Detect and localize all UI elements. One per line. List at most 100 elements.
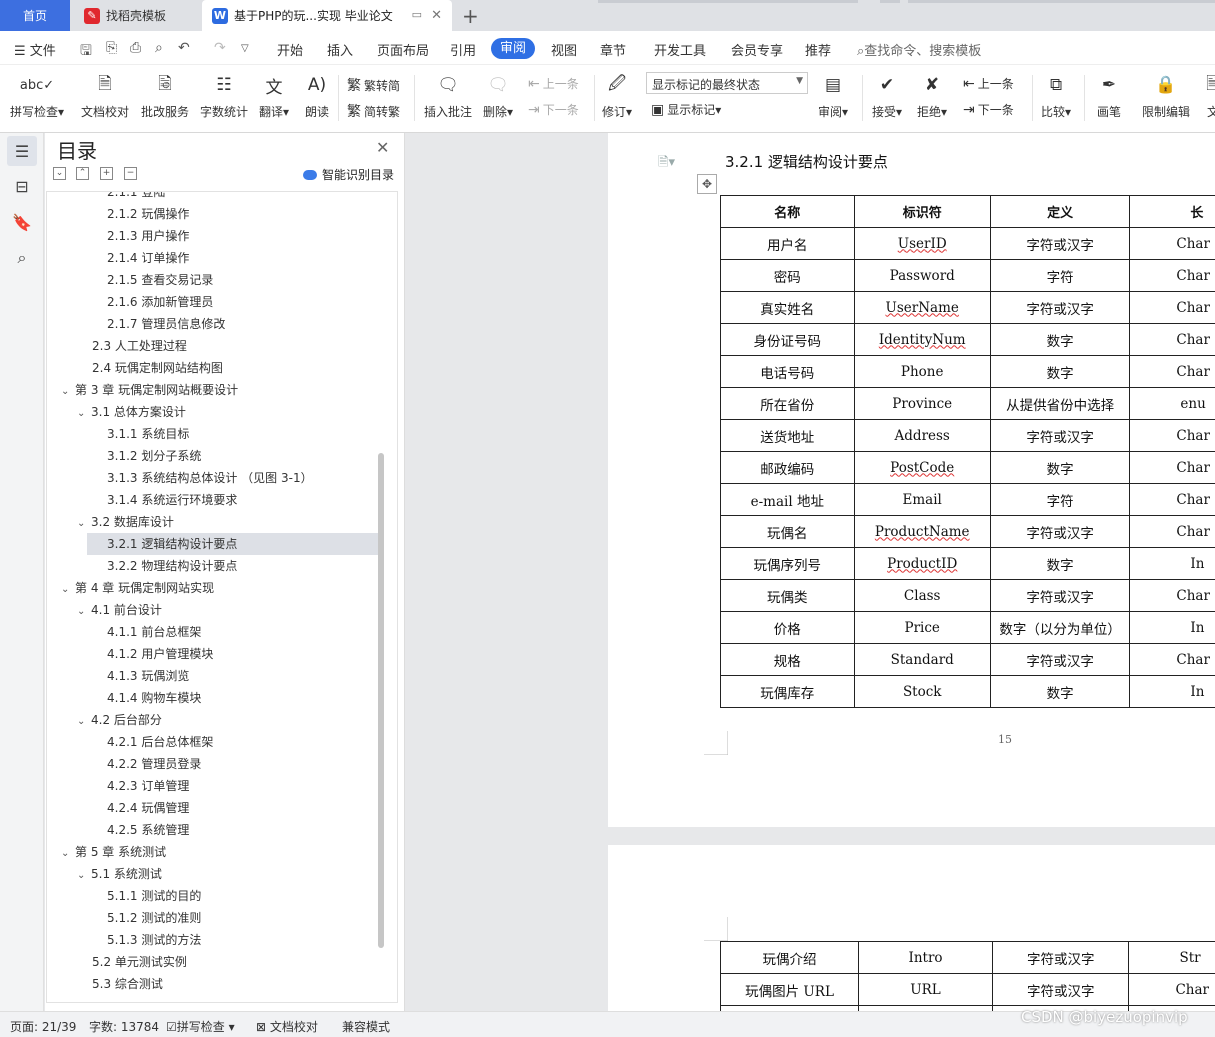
table-cell[interactable]: Char: [1129, 227, 1215, 260]
toc-item[interactable]: ⌄ 第 3 章 玩偶定制网站概要设计: [61, 379, 238, 401]
table-cell[interactable]: 用户名: [720, 227, 855, 260]
spellcheck-button[interactable]: abc✓ 拼写检查▾: [10, 71, 64, 120]
toc-item[interactable]: 4.2.3 订单管理: [107, 775, 189, 797]
table-cell[interactable]: Price: [853, 611, 991, 644]
table-cell[interactable]: Str: [1128, 941, 1215, 974]
toc-item[interactable]: 3.2.1 逻辑结构设计要点: [107, 533, 237, 555]
chevron-down-icon[interactable]: ⌄: [77, 865, 91, 887]
show-markup-button[interactable]: ▣ 显示标记 ▾: [651, 101, 721, 118]
table-cell[interactable]: Char: [1129, 291, 1215, 324]
menu-file[interactable]: ☰ 文件: [14, 40, 56, 59]
table-cell[interactable]: 电话号码: [720, 355, 855, 388]
table-cell[interactable]: 字符: [989, 259, 1131, 292]
table-cell[interactable]: Char: [1129, 515, 1215, 548]
correction-button[interactable]: 🗟 批改服务: [141, 71, 189, 120]
markup-state-select[interactable]: 显示标记的最终状态 ▼: [646, 72, 808, 94]
to-simplified-button[interactable]: 繁繁转简: [347, 75, 400, 95]
chevron-down-icon[interactable]: ⌄: [61, 843, 75, 865]
table-cell[interactable]: 字符: [989, 483, 1131, 516]
table-cell[interactable]: Province: [853, 387, 991, 420]
smart-toc-button[interactable]: 智能识别目录: [303, 166, 394, 183]
insert-comment-button[interactable]: 🗨 插入批注: [424, 71, 472, 120]
table-cell[interactable]: In: [1129, 547, 1215, 580]
chevron-down-icon[interactable]: ⌄: [77, 601, 91, 623]
table-cell[interactable]: 玩偶图片 URL: [719, 973, 860, 1006]
bookmark-icon[interactable]: 🔖: [7, 207, 37, 237]
collapse-up-icon[interactable]: ⌃: [76, 167, 89, 180]
pen-button[interactable]: ✒ 画笔: [1096, 71, 1122, 120]
table-move-handle-icon[interactable]: ✥: [697, 174, 717, 194]
toc-item[interactable]: 2.3 人工处理过程: [92, 335, 187, 357]
revise-button[interactable]: 🖉 修订▾: [602, 71, 632, 120]
table-cell[interactable]: 数字: [989, 451, 1131, 484]
toc-item[interactable]: ⌄ 5.1 系统测试: [77, 863, 162, 885]
table-cell[interactable]: In: [1129, 611, 1215, 644]
table-cell[interactable]: Char: [1129, 259, 1215, 292]
preview-icon[interactable]: ⌕: [155, 40, 163, 56]
document-page[interactable]: 玩偶介绍 Intro 字符或汉字 Str 玩偶图片 URL URL 字符或汉字 Char: [608, 845, 1215, 1011]
collapse-all-icon[interactable]: −: [124, 167, 137, 180]
table-cell[interactable]: 字符或汉字: [989, 291, 1131, 324]
table-cell[interactable]: 字符或汉字: [989, 643, 1131, 676]
table-cell[interactable]: In: [1129, 675, 1215, 708]
new-tab-button[interactable]: +: [462, 4, 479, 28]
table-cell[interactable]: IdentityNum: [853, 323, 991, 356]
expand-all-icon[interactable]: +: [100, 167, 113, 180]
chapter-nav-icon[interactable]: ⊟: [7, 171, 37, 201]
toc-item[interactable]: 4.1.3 玩偶浏览: [107, 665, 189, 687]
toc-item[interactable]: 4.2.2 管理员登录: [107, 753, 201, 775]
paragraph-marker-icon[interactable]: 🗎▾: [658, 153, 675, 175]
toc-item[interactable]: 4.1.2 用户管理模块: [107, 643, 213, 665]
restrict-edit-button[interactable]: 🔒 限制编辑: [1142, 71, 1190, 120]
table-cell[interactable]: Char: [1129, 355, 1215, 388]
table-cell[interactable]: 数字: [989, 675, 1131, 708]
prev-change-button[interactable]: ⇤ 上一条: [963, 75, 1014, 92]
toc-item[interactable]: 4.1.1 前台总框架: [107, 621, 201, 643]
export-icon[interactable]: ⎘: [106, 40, 117, 56]
undo-icon[interactable]: ↶: [178, 40, 190, 56]
prev-comment-button[interactable]: ⇤ 上一条: [528, 75, 579, 92]
table-cell[interactable]: Char: [1129, 579, 1215, 612]
toc-item[interactable]: 2.1.3 用户操作: [107, 225, 189, 247]
toc-item[interactable]: 2.1.1 登陆: [107, 192, 165, 203]
table-cell[interactable]: 数字: [989, 323, 1131, 356]
toc-item[interactable]: 2.1.6 添加新管理员: [107, 291, 213, 313]
redo-icon[interactable]: ↷: [214, 40, 226, 56]
toc-item[interactable]: 3.1.4 系统运行环境要求: [107, 489, 237, 511]
table-cell[interactable]: UserID: [853, 227, 991, 260]
table-cell[interactable]: Char: [1129, 451, 1215, 484]
translate-button[interactable]: 文翻译▾: [259, 71, 289, 120]
toc-item[interactable]: 3.1.3 系统结构总体设计 （见图 3-1）: [107, 467, 313, 489]
toc-item[interactable]: 2.1.7 管理员信息修改: [107, 313, 225, 335]
tab-home[interactable]: 首页: [0, 0, 70, 31]
menu-start[interactable]: 开始: [277, 40, 303, 59]
chevron-down-icon[interactable]: ⌄: [77, 403, 91, 425]
table-cell[interactable]: 所在省份: [720, 387, 855, 420]
menu-member[interactable]: 会员专享: [731, 40, 783, 59]
doc-more-button[interactable]: 🗎 文: [1200, 71, 1215, 120]
menu-chapter[interactable]: 章节: [600, 40, 626, 59]
delete-comment-button[interactable]: 🗨 删除▾: [483, 71, 513, 120]
table-cell[interactable]: Stock: [853, 675, 991, 708]
table-cell[interactable]: 身份证号码: [720, 323, 855, 356]
table-cell[interactable]: 玩偶库存: [720, 675, 855, 708]
more-quick-icon[interactable]: ▽: [241, 43, 249, 54]
toc-item[interactable]: 5.2 单元测试实例: [92, 951, 187, 973]
review-pane-button[interactable]: ▤ 审阅▾: [818, 71, 848, 120]
toc-item[interactable]: 5.1.1 测试的目的: [107, 885, 201, 907]
table-cell[interactable]: PostCode: [853, 451, 991, 484]
toc-item[interactable]: 4.2.1 后台总体框架: [107, 731, 213, 753]
table-cell[interactable]: 从提供省份中选择: [989, 387, 1131, 420]
table-cell[interactable]: 玩偶介绍: [719, 941, 860, 974]
toc-icon[interactable]: ☰: [7, 136, 37, 166]
chevron-down-icon[interactable]: ⌄: [77, 711, 91, 733]
table-cell[interactable]: Char: [1129, 483, 1215, 516]
spellcheck-status[interactable]: ☑拼写检查 ▾: [166, 1018, 235, 1035]
tab-templates[interactable]: ✎ 找稻壳模板: [72, 0, 200, 31]
table-cell[interactable]: Char: [1128, 973, 1215, 1006]
toc-item[interactable]: 4.2.5 系统管理: [107, 819, 189, 841]
table-cell[interactable]: Char: [1129, 323, 1215, 356]
tab-document[interactable]: W 基于PHP的玩...实现 毕业论文 ▭ ✕: [202, 0, 452, 31]
next-comment-button[interactable]: ⇥ 下一条: [528, 101, 579, 118]
table-cell[interactable]: ProductName: [853, 515, 991, 548]
